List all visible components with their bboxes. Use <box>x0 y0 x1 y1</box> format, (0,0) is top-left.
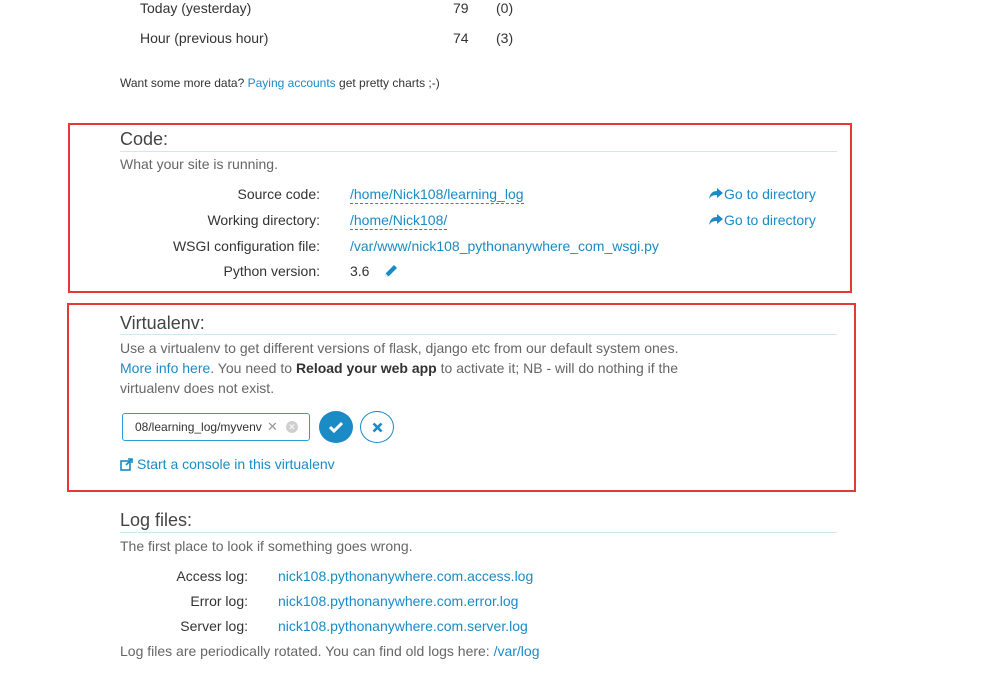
log-files-section-title: Log files: <box>120 510 193 530</box>
confirm-virtualenv-button[interactable] <box>319 411 353 443</box>
virtualenv-input-wrapper: ✕ ✕ <box>122 413 310 441</box>
traffic-value-hour: 74 <box>453 30 469 46</box>
external-console-icon <box>120 457 133 471</box>
wsgi-config-label: WSGI configuration file: <box>172 238 320 254</box>
venv-desc-part2: . You need to <box>210 360 293 376</box>
cancel-virtualenv-button[interactable] <box>360 411 394 443</box>
python-version-label: Python version: <box>223 263 321 279</box>
workdir-goto-directory-link[interactable]: Go to directory <box>709 212 816 228</box>
virtualenv-section-rule <box>120 334 837 335</box>
start-console-label: Start a console in this virtualenv <box>137 456 335 472</box>
checkmark-icon <box>329 421 343 433</box>
reload-web-app-text: Reload your web app <box>295 360 437 376</box>
working-directory-value[interactable]: /home/Nick108/ <box>350 212 448 230</box>
virtualenv-description: Use a virtualenv to get different versio… <box>120 338 680 398</box>
clear-x-icon[interactable]: ✕ <box>267 419 278 435</box>
working-directory-label: Working directory: <box>207 212 320 228</box>
traffic-value-today: 79 <box>453 0 469 16</box>
log-files-description: The first place to look if something goe… <box>120 538 413 554</box>
more-info-link[interactable]: More info here <box>120 360 210 376</box>
virtualenv-path-input[interactable] <box>135 420 265 434</box>
venv-desc-part1: Use a virtualenv to get different versio… <box>120 340 679 356</box>
traffic-previous-hour: (3) <box>496 30 514 46</box>
wsgi-config-value[interactable]: /var/www/nick108_pythonanywhere_com_wsgi… <box>350 238 659 254</box>
source-goto-directory-link[interactable]: Go to directory <box>709 186 816 202</box>
python-version-value: 3.6 <box>350 263 370 279</box>
clear-circle-icon[interactable]: ✕ <box>285 421 298 433</box>
code-section-rule <box>120 151 837 152</box>
start-console-link[interactable]: Start a console in this virtualenv <box>120 456 335 472</box>
server-log-link[interactable]: nick108.pythonanywhere.com.server.log <box>278 618 528 634</box>
share-arrow-icon <box>709 214 723 225</box>
share-arrow-icon <box>709 188 723 199</box>
more-data-note: Want some more data? Paying accounts get… <box>120 76 440 90</box>
access-log-label: Access log: <box>176 568 248 584</box>
source-code-value[interactable]: /home/Nick108/learning_log <box>350 186 524 204</box>
log-rotation-note: Log files are periodically rotated. You … <box>120 643 540 659</box>
log-rotation-text: Log files are periodically rotated. You … <box>120 643 490 659</box>
more-data-suffix: get pretty charts ;-) <box>339 76 440 90</box>
virtualenv-section-title: Virtualenv: <box>120 313 205 333</box>
var-log-link[interactable]: /var/log <box>494 643 540 659</box>
pencil-icon[interactable] <box>383 263 399 279</box>
traffic-previous-today: (0) <box>496 0 514 16</box>
error-log-label: Error log: <box>190 593 248 609</box>
log-files-section-rule <box>120 532 837 533</box>
error-log-link[interactable]: nick108.pythonanywhere.com.error.log <box>278 593 518 609</box>
code-section-title: Code: <box>120 129 169 149</box>
traffic-label-today: Today (yesterday) <box>140 0 252 16</box>
goto-label: Go to directory <box>724 186 816 202</box>
access-log-link[interactable]: nick108.pythonanywhere.com.access.log <box>278 568 533 584</box>
code-section-description: What your site is running. <box>120 156 278 172</box>
server-log-label: Server log: <box>180 618 248 634</box>
cross-icon <box>372 422 382 432</box>
source-code-label: Source code: <box>237 186 321 202</box>
goto-label: Go to directory <box>724 212 816 228</box>
paying-accounts-link[interactable]: Paying accounts <box>248 76 336 90</box>
more-data-prefix: Want some more data? <box>120 76 245 90</box>
traffic-label-hour: Hour (previous hour) <box>140 30 269 46</box>
